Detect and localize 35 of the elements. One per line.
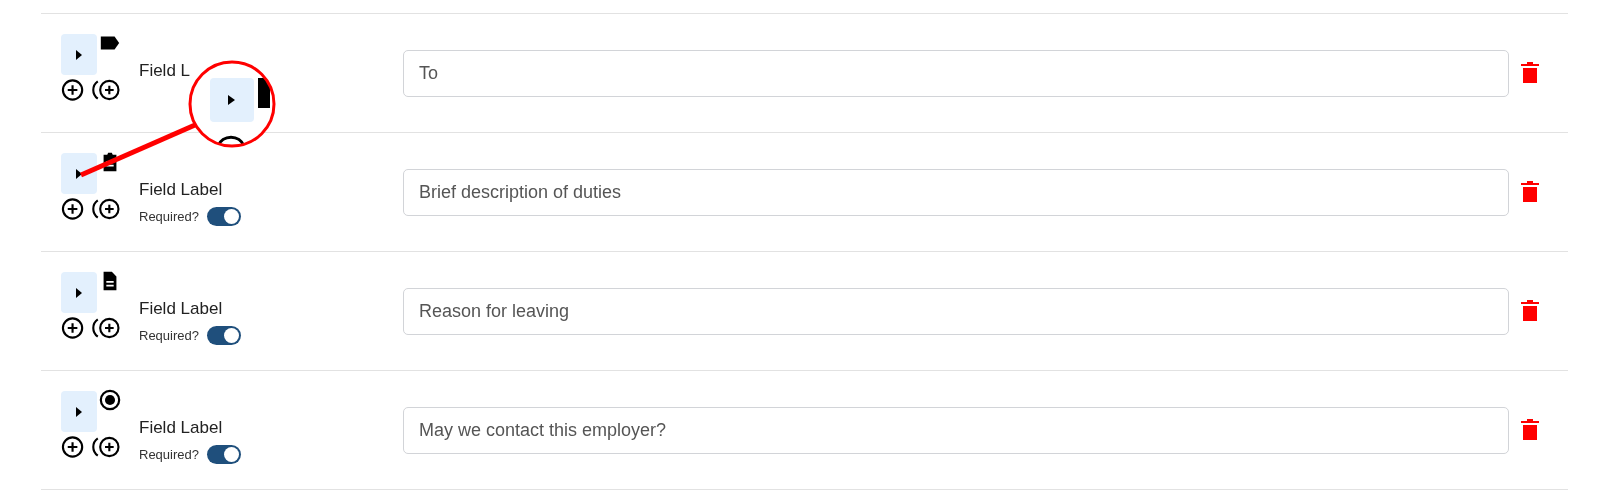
field-input[interactable]: Reason for leaving [403,288,1509,335]
expand-button[interactable] [61,153,97,194]
required-label: Required? [139,446,199,464]
add-nested-icon[interactable] [92,78,121,102]
field-input[interactable]: To [403,50,1509,97]
required-label: Required? [139,327,199,345]
caret-icon [74,48,84,61]
field-label: Field Label [139,179,223,201]
required-toggle[interactable] [207,445,241,465]
radio-icon [99,389,121,411]
expand-button[interactable] [61,391,97,432]
add-circle-icon[interactable] [61,197,85,221]
expand-button[interactable] [61,34,97,75]
caret-icon [74,167,84,180]
field-label: Field Label [139,298,223,320]
add-circle-icon[interactable] [61,78,85,102]
field-label: Field Label [139,417,223,439]
caret-icon [74,405,84,418]
required-label: Required? [139,208,199,226]
required-toggle[interactable] [207,326,241,346]
caret-icon [74,286,84,299]
trash-icon[interactable] [1521,300,1539,322]
add-circle-icon[interactable] [61,316,85,340]
field-label: Field L [139,60,191,82]
add-nested-icon[interactable] [92,197,121,221]
trash-icon[interactable] [1521,62,1539,84]
field-input[interactable]: Brief description of duties [403,169,1509,216]
field-input[interactable]: May we contact this employer? [403,407,1509,454]
expand-button[interactable] [61,272,97,313]
trash-icon[interactable] [1521,181,1539,203]
add-nested-icon[interactable] [92,316,121,340]
trash-icon[interactable] [1521,419,1539,441]
required-toggle[interactable] [207,207,241,227]
add-circle-icon[interactable] [61,435,85,459]
add-nested-icon[interactable] [92,435,121,459]
